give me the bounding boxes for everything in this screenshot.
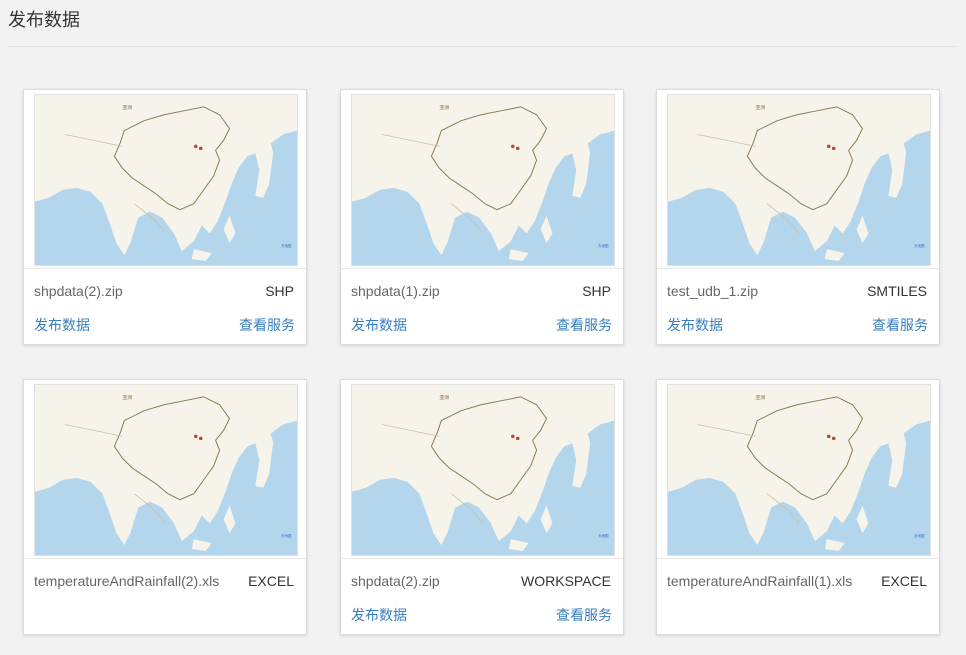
- map-image: 亚洲 天地图: [35, 95, 297, 265]
- map-thumbnail[interactable]: 亚洲 天地图: [34, 94, 298, 266]
- file-type: SHP: [265, 283, 294, 299]
- view-service-link[interactable]: 查看服务: [556, 315, 612, 335]
- map-image: 亚洲 天地图: [352, 95, 614, 265]
- title-divider: [8, 46, 958, 47]
- file-name: shpdata(1).zip: [351, 283, 440, 299]
- card-divider: [657, 558, 939, 559]
- view-service-link[interactable]: 查看服务: [872, 315, 928, 335]
- data-card: 亚洲 天地图 shpdata(1).zip SHP 发布数据 查看服务: [340, 89, 624, 345]
- file-name: temperatureAndRainfall(2).xls: [34, 573, 220, 589]
- map-thumbnail[interactable]: 亚洲 天地图: [34, 384, 298, 556]
- map-thumbnail[interactable]: 亚洲 天地图: [351, 94, 615, 266]
- file-type: SMTILES: [867, 283, 927, 299]
- data-card: 亚洲 天地图 temperatureAndRainfall(2).xls EXC…: [23, 379, 307, 635]
- map-region-label: 亚洲: [755, 105, 765, 111]
- map-corner-label: 天地图: [281, 533, 292, 538]
- publish-data-link[interactable]: 发布数据: [351, 605, 407, 625]
- map-thumbnail[interactable]: 亚洲 天地图: [667, 384, 931, 556]
- file-name: shpdata(2).zip: [34, 283, 123, 299]
- map-image: 亚洲 天地图: [352, 385, 614, 555]
- publish-data-link[interactable]: 发布数据: [34, 315, 90, 335]
- file-name: shpdata(2).zip: [351, 573, 440, 589]
- map-corner-label: 天地图: [598, 533, 609, 538]
- map-image: 亚洲 天地图: [35, 385, 297, 555]
- data-card: 亚洲 天地图 shpdata(2).zip SHP 发布数据 查看服务: [23, 89, 307, 345]
- map-region-label: 亚洲: [755, 395, 765, 401]
- view-service-link[interactable]: 查看服务: [239, 315, 295, 335]
- map-region-label: 亚洲: [122, 395, 132, 401]
- card-divider: [341, 558, 623, 559]
- map-region-label: 亚洲: [122, 105, 132, 111]
- file-type: EXCEL: [881, 573, 927, 589]
- file-name: test_udb_1.zip: [667, 283, 759, 299]
- data-card: 亚洲 天地图 test_udb_1.zip SMTILES 发布数据 查看服务: [656, 89, 940, 345]
- map-corner-label: 天地图: [598, 243, 609, 248]
- map-corner-label: 天地图: [914, 243, 925, 248]
- map-thumbnail[interactable]: 亚洲 天地图: [667, 94, 931, 266]
- file-type: WORKSPACE: [521, 573, 611, 589]
- card-divider: [24, 268, 306, 269]
- file-type: SHP: [582, 283, 611, 299]
- map-corner-label: 天地图: [281, 243, 292, 248]
- map-region-label: 亚洲: [439, 395, 449, 401]
- card-divider: [657, 268, 939, 269]
- map-image: 亚洲 天地图: [668, 385, 930, 555]
- data-card: 亚洲 天地图 shpdata(2).zip WORKSPACE 发布数据 查看服…: [340, 379, 624, 635]
- file-name: temperatureAndRainfall(1).xls: [667, 573, 853, 589]
- publish-data-link[interactable]: 发布数据: [351, 315, 407, 335]
- publish-data-link[interactable]: 发布数据: [667, 315, 723, 335]
- view-service-link[interactable]: 查看服务: [556, 605, 612, 625]
- map-corner-label: 天地图: [914, 533, 925, 538]
- map-region-label: 亚洲: [439, 105, 449, 111]
- page-title: 发布数据: [8, 10, 80, 31]
- file-type: EXCEL: [248, 573, 294, 589]
- map-thumbnail[interactable]: 亚洲 天地图: [351, 384, 615, 556]
- card-divider: [341, 268, 623, 269]
- card-divider: [24, 558, 306, 559]
- map-image: 亚洲 天地图: [668, 95, 930, 265]
- data-card: 亚洲 天地图 temperatureAndRainfall(1).xls EXC…: [656, 379, 940, 635]
